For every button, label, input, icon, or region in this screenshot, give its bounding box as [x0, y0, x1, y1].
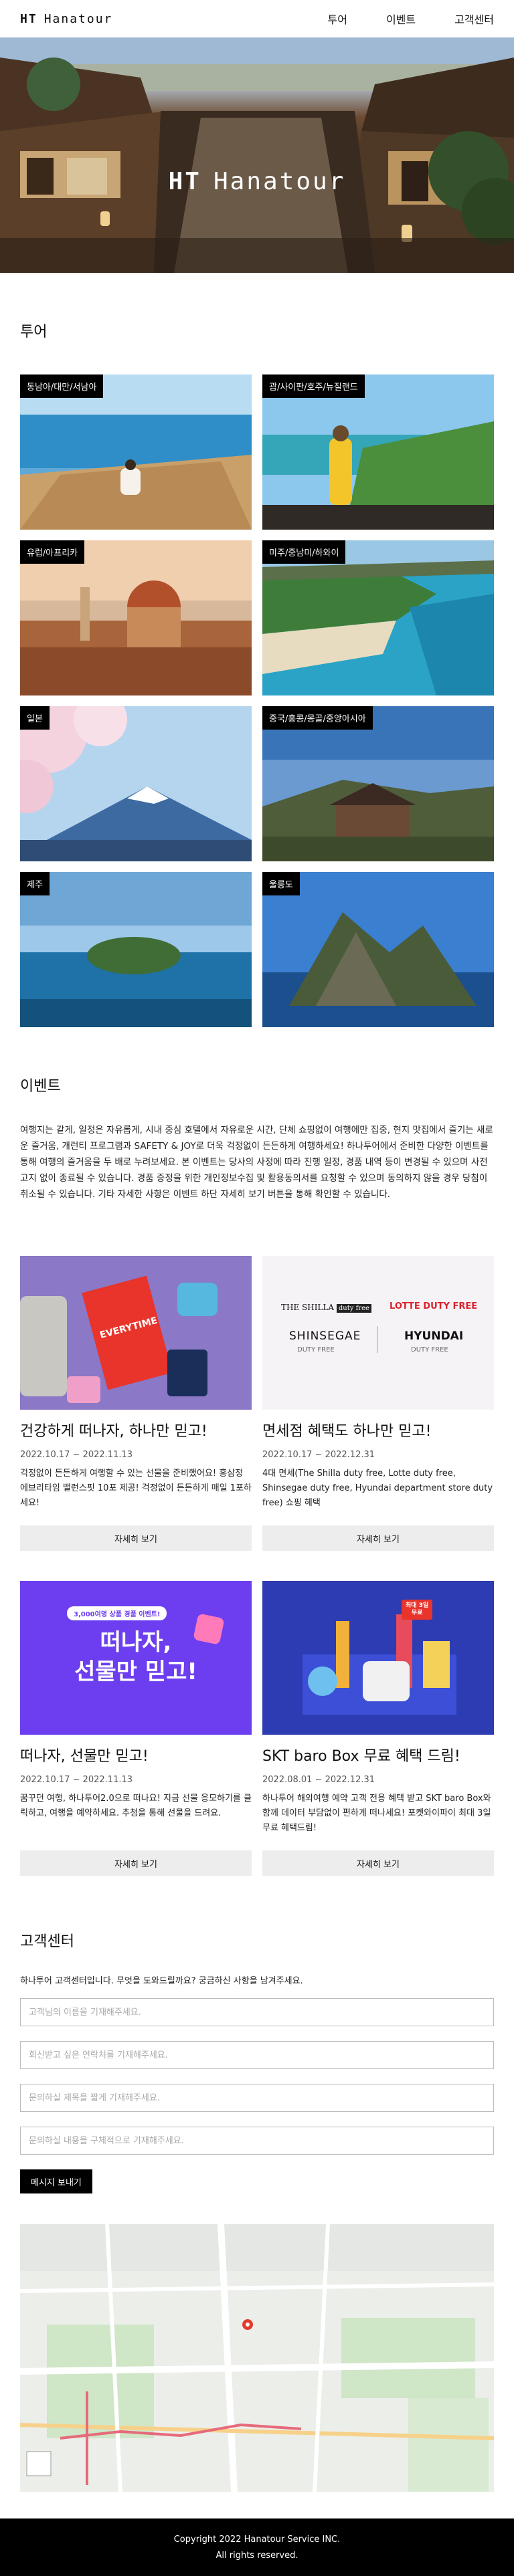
- event-description: 걱정없이 든든하게 여행할 수 있는 선물을 준비했어요! 홍삼정 에브리타임 …: [20, 1469, 252, 1508]
- event-grid: EVERYTIME 건강하게 떠나자, 하나만 믿고! 2022.10.17 ~…: [20, 1256, 494, 1876]
- contact-section: 고객센터 하나투어 고객센터입니다. 무엇을 도와드릴까요? 궁금하신 사항을 …: [0, 1876, 514, 2492]
- tour-card-jeju[interactable]: 제주: [20, 872, 252, 1027]
- event-detail-button[interactable]: 자세히 보기: [20, 1525, 252, 1551]
- tour-heading: 투어: [20, 324, 48, 340]
- tour-card-europe-africa[interactable]: 유럽/아프리카: [20, 540, 252, 695]
- copyright-text: Copyright 2022 Hanatour Service INC.: [173, 2535, 341, 2545]
- gift-event-badge: 3,000여명 상품 경품 이벤트!: [67, 1606, 167, 1620]
- event-intro: 여행지는 같게, 일정은 자유롭게, 시내 중심 호텔에서 자유로운 시간, 단…: [20, 1125, 493, 1200]
- hero-title: HT Hanatour: [0, 168, 514, 195]
- hero-street-image: [0, 37, 514, 273]
- tour-tag: 일본: [20, 706, 50, 730]
- shilla-duty-free-text: duty free: [336, 1304, 371, 1313]
- site-footer: Copyright 2022 Hanatour Service INC. All…: [0, 2518, 514, 2576]
- tour-tag: 괌/사이판/호주/뉴질랜드: [262, 374, 365, 398]
- event-image-baro-box: 최대 3일 무료: [262, 1581, 494, 1735]
- nav-customer-center[interactable]: 고객센터: [454, 11, 494, 27]
- main-nav: 투어 이벤트 고객센터: [327, 11, 494, 27]
- baro-promo-line1: 최대 3일: [406, 1602, 429, 1609]
- event-description: 하나투어 해외여행 예약 고객 전용 혜택 받고 SKT baro Box와 함…: [262, 1794, 491, 1833]
- message-input[interactable]: [20, 2127, 494, 2155]
- shinsegae-logo: SHINSEGAE: [289, 1329, 361, 1343]
- tour-tag: 울릉도: [262, 872, 300, 895]
- hero-banner: HT Hanatour: [0, 37, 514, 273]
- event-section: 이벤트 여행지는 같게, 일정은 자유롭게, 시내 중심 호텔에서 자유로운 시…: [0, 1027, 514, 1876]
- baro-box-graphic: [303, 1614, 456, 1715]
- event-date: 2022.10.17 ~ 2022.11.13: [20, 1775, 133, 1785]
- subject-input[interactable]: [20, 2084, 494, 2112]
- shinsegae-duty-free: DUTY FREE: [297, 1346, 335, 1354]
- tour-card-guam-saipan[interactable]: 괌/사이판/호주/뉴질랜드: [262, 374, 494, 530]
- name-input[interactable]: [20, 1998, 494, 2026]
- event-date: 2022.10.17 ~ 2022.11.13: [20, 1450, 133, 1460]
- event-date: 2022.08.01 ~ 2022.12.31: [262, 1775, 375, 1785]
- event-card: 3,000여명 상품 경품 이벤트! 떠나자, 선물만 믿고! 떠나자, 선물만…: [20, 1581, 252, 1876]
- event-title: 면세점 혜택도 하나만 믿고!: [262, 1423, 432, 1440]
- logo-mark: HT: [20, 11, 37, 26]
- tour-card-americas-hawaii[interactable]: 미주/중남미/하와이: [262, 540, 494, 695]
- logo-text: Hanatour: [44, 11, 113, 26]
- tour-image-mt-fuji: [20, 706, 252, 861]
- phone-input[interactable]: [20, 2041, 494, 2069]
- gift-box-icon: [193, 1613, 225, 1645]
- contact-subtitle: 하나투어 고객센터입니다. 무엇을 도와드릴까요? 궁금하신 사항을 남겨주세요…: [20, 1976, 303, 1986]
- shilla-logo-text: THE SHILLA: [281, 1303, 335, 1312]
- event-description: 꿈꾸던 여행, 하나투어2.0으로 떠나요! 지금 선물 응모하기를 클릭하고,…: [20, 1794, 252, 1818]
- event-heading: 이벤트: [20, 1078, 61, 1095]
- event-detail-button[interactable]: 자세히 보기: [262, 1850, 494, 1876]
- top-navbar: HT Hanatour 투어 이벤트 고객센터: [0, 0, 514, 37]
- center-divider: [377, 1326, 378, 1353]
- tour-card-southeast-asia[interactable]: 동남아/대만/서남아: [20, 374, 252, 530]
- event-image-graphic: [20, 1275, 218, 1403]
- baro-promo-badge: 최대 3일 무료: [402, 1600, 433, 1620]
- hyundai-duty-free: DUTY FREE: [411, 1346, 448, 1354]
- event-title: 건강하게 떠나자, 하나만 믿고!: [20, 1423, 207, 1440]
- event-title: SKT baro Box 무료 혜택 드림!: [262, 1748, 460, 1765]
- hero-title-text: Hanatour: [213, 168, 346, 195]
- tour-grid: 동남아/대만/서남아 괌/사이판/호주/뉴질랜드 유럽/아프리카 미주/중남미/…: [20, 374, 494, 1027]
- event-detail-button[interactable]: 자세히 보기: [262, 1525, 494, 1551]
- site-logo[interactable]: HT Hanatour: [20, 12, 112, 26]
- contact-heading: 고객센터: [20, 1933, 74, 1950]
- tour-tag: 미주/중남미/하와이: [262, 540, 346, 564]
- lotte-logo: LOTTE DUTY FREE: [390, 1301, 478, 1311]
- hero-title-mark: HT: [168, 168, 201, 195]
- hyundai-logo: HYUNDAI: [404, 1329, 464, 1343]
- event-card: EVERYTIME 건강하게 떠나자, 하나만 믿고! 2022.10.17 ~…: [20, 1256, 252, 1551]
- event-title: 떠나자, 선물만 믿고!: [20, 1748, 149, 1765]
- tour-card-japan[interactable]: 일본: [20, 706, 252, 861]
- tour-tag: 유럽/아프리카: [20, 540, 85, 564]
- tour-card-china-mongolia[interactable]: 중국/홍콩/몽골/중앙아시아: [262, 706, 494, 861]
- nav-event[interactable]: 이벤트: [386, 11, 416, 27]
- tour-image-jeju-island: [20, 872, 252, 1027]
- tour-tag: 중국/홍콩/몽골/중앙아시아: [262, 706, 373, 730]
- send-message-button[interactable]: 메시지 보내기: [20, 2169, 92, 2193]
- event-image-everytime: EVERYTIME: [20, 1256, 252, 1410]
- event-description: 4대 면세(The Shilla duty free, Lotte duty f…: [262, 1469, 493, 1508]
- event-detail-button[interactable]: 자세히 보기: [20, 1850, 252, 1876]
- shilla-logo: THE SHILLA duty free: [281, 1303, 371, 1313]
- tour-tag: 제주: [20, 872, 50, 895]
- event-image-duty-free: THE SHILLA duty free LOTTE DUTY FREE SHI…: [262, 1256, 494, 1410]
- rights-text: All rights reserved.: [216, 2551, 298, 2561]
- gift-headline-line2: 선물만 믿고!: [74, 1658, 197, 1685]
- event-date: 2022.10.17 ~ 2022.12.31: [262, 1450, 375, 1460]
- map-graphic: [20, 2224, 494, 2492]
- event-image-gift: 3,000여명 상품 경품 이벤트! 떠나자, 선물만 믿고!: [20, 1581, 252, 1735]
- event-card: THE SHILLA duty free LOTTE DUTY FREE SHI…: [262, 1256, 494, 1551]
- tour-section: 투어 동남아/대만/서남아 괌/사이판/호주/뉴질랜드 유럽/아프리카 미주/중…: [0, 273, 514, 1027]
- tour-tag: 동남아/대만/서남아: [20, 374, 104, 398]
- tour-card-ulleungdo[interactable]: 울릉도: [262, 872, 494, 1027]
- baro-promo-line2: 무료: [411, 1610, 423, 1616]
- contact-form: 메시지 보내기: [20, 1998, 494, 2193]
- event-card: 최대 3일 무료 SKT baro Box 무료 혜택 드림! 2022.08.…: [262, 1581, 494, 1876]
- location-map[interactable]: [20, 2224, 494, 2492]
- nav-tour[interactable]: 투어: [327, 11, 347, 27]
